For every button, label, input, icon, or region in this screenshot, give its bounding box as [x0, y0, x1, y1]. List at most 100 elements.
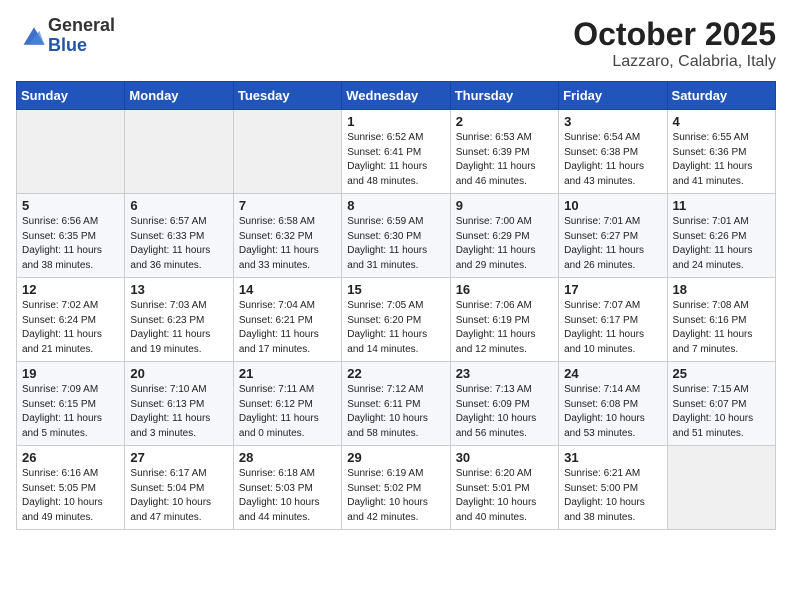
day-number: 23	[456, 366, 553, 381]
day-number: 1	[347, 114, 444, 129]
calendar-cell: 11 Sunrise: 7:01 AM Sunset: 6:26 PM Dayli…	[667, 194, 775, 278]
day-number: 13	[130, 282, 227, 297]
calendar-cell: 18 Sunrise: 7:08 AM Sunset: 6:16 PM Dayli…	[667, 278, 775, 362]
page-header: General Blue October 2025 Lazzaro, Calab…	[16, 16, 776, 71]
calendar-cell: 17 Sunrise: 7:07 AM Sunset: 6:17 PM Dayli…	[559, 278, 667, 362]
day-number: 6	[130, 198, 227, 213]
calendar-cell	[667, 446, 775, 530]
calendar-cell: 16Sunrise: 7:06 AM Sunset: 6:19 PM Dayli…	[450, 278, 558, 362]
calendar-cell: 8 Sunrise: 6:59 AM Sunset: 6:30 PM Daylig…	[342, 194, 450, 278]
calendar-cell: 28 Sunrise: 6:18 AM Sunset: 5:03 PM Dayli…	[233, 446, 341, 530]
day-number: 3	[564, 114, 661, 129]
day-info: Sunrise: 7:03 AM Sunset: 6:23 PM Dayligh…	[130, 299, 227, 357]
day-info: Sunrise: 7:01 AM Sunset: 6:26 PM Dayligh…	[673, 215, 770, 273]
day-number: 5	[22, 198, 119, 213]
weekday-header-tuesday: Tuesday	[233, 82, 341, 110]
day-info: Sunrise: 6:57 AM Sunset: 6:33 PM Dayligh…	[130, 215, 227, 273]
calendar-body: 1 Sunrise: 6:52 AM Sunset: 6:41 PM Daylig…	[17, 110, 776, 530]
calendar-week-5: 26Sunrise: 6:16 AM Sunset: 5:05 PM Dayli…	[17, 446, 776, 530]
day-info: Sunrise: 6:20 AM Sunset: 5:01 PM Dayligh…	[456, 467, 553, 525]
day-info: Sunrise: 6:52 AM Sunset: 6:41 PM Dayligh…	[347, 131, 444, 189]
calendar-cell: 5 Sunrise: 6:56 AM Sunset: 6:35 PM Daylig…	[17, 194, 125, 278]
calendar-week-3: 12 Sunrise: 7:02 AM Sunset: 6:24 PM Dayli…	[17, 278, 776, 362]
day-number: 7	[239, 198, 336, 213]
logo-icon	[20, 22, 48, 50]
calendar-cell: 23 Sunrise: 7:13 AM Sunset: 6:09 PM Dayli…	[450, 362, 558, 446]
weekday-header-sunday: Sunday	[17, 82, 125, 110]
day-number: 18	[673, 282, 770, 297]
day-info: Sunrise: 6:18 AM Sunset: 5:03 PM Dayligh…	[239, 467, 336, 525]
calendar-cell: 15 Sunrise: 7:05 AM Sunset: 6:20 PM Dayli…	[342, 278, 450, 362]
calendar-cell: 3Sunrise: 6:54 AM Sunset: 6:38 PM Daylig…	[559, 110, 667, 194]
calendar-cell: 29 Sunrise: 6:19 AM Sunset: 5:02 PM Dayli…	[342, 446, 450, 530]
weekday-header-monday: Monday	[125, 82, 233, 110]
calendar-cell: 14 Sunrise: 7:04 AM Sunset: 6:21 PM Dayli…	[233, 278, 341, 362]
calendar-cell: 2 Sunrise: 6:53 AM Sunset: 6:39 PM Daylig…	[450, 110, 558, 194]
day-number: 28	[239, 450, 336, 465]
day-number: 29	[347, 450, 444, 465]
weekday-header-thursday: Thursday	[450, 82, 558, 110]
day-info: Sunrise: 7:08 AM Sunset: 6:16 PM Dayligh…	[673, 299, 770, 357]
day-number: 8	[347, 198, 444, 213]
month-title: October 2025	[573, 16, 776, 53]
logo-text: General Blue	[48, 16, 115, 56]
weekday-header-saturday: Saturday	[667, 82, 775, 110]
day-number: 27	[130, 450, 227, 465]
calendar-cell: 20 Sunrise: 7:10 AM Sunset: 6:13 PM Dayli…	[125, 362, 233, 446]
day-info: Sunrise: 7:15 AM Sunset: 6:07 PM Dayligh…	[673, 383, 770, 441]
calendar-cell: 22Sunrise: 7:12 AM Sunset: 6:11 PM Dayli…	[342, 362, 450, 446]
calendar-cell: 4 Sunrise: 6:55 AM Sunset: 6:36 PM Daylig…	[667, 110, 775, 194]
calendar-cell: 21Sunrise: 7:11 AM Sunset: 6:12 PM Dayli…	[233, 362, 341, 446]
calendar-cell: 27Sunrise: 6:17 AM Sunset: 5:04 PM Dayli…	[125, 446, 233, 530]
day-info: Sunrise: 7:01 AM Sunset: 6:27 PM Dayligh…	[564, 215, 661, 273]
logo-blue: Blue	[48, 36, 115, 56]
day-number: 24	[564, 366, 661, 381]
day-info: Sunrise: 7:06 AM Sunset: 6:19 PM Dayligh…	[456, 299, 553, 357]
title-area: October 2025 Lazzaro, Calabria, Italy	[573, 16, 776, 71]
day-info: Sunrise: 7:02 AM Sunset: 6:24 PM Dayligh…	[22, 299, 119, 357]
day-number: 15	[347, 282, 444, 297]
day-info: Sunrise: 6:58 AM Sunset: 6:32 PM Dayligh…	[239, 215, 336, 273]
calendar-cell	[125, 110, 233, 194]
day-number: 21	[239, 366, 336, 381]
day-number: 31	[564, 450, 661, 465]
calendar-week-2: 5 Sunrise: 6:56 AM Sunset: 6:35 PM Daylig…	[17, 194, 776, 278]
calendar-cell: 19Sunrise: 7:09 AM Sunset: 6:15 PM Dayli…	[17, 362, 125, 446]
day-info: Sunrise: 7:05 AM Sunset: 6:20 PM Dayligh…	[347, 299, 444, 357]
day-number: 2	[456, 114, 553, 129]
day-info: Sunrise: 6:55 AM Sunset: 6:36 PM Dayligh…	[673, 131, 770, 189]
day-number: 20	[130, 366, 227, 381]
day-info: Sunrise: 6:21 AM Sunset: 5:00 PM Dayligh…	[564, 467, 661, 525]
calendar-cell: 9Sunrise: 7:00 AM Sunset: 6:29 PM Daylig…	[450, 194, 558, 278]
day-info: Sunrise: 7:10 AM Sunset: 6:13 PM Dayligh…	[130, 383, 227, 441]
calendar-cell	[17, 110, 125, 194]
calendar-cell	[233, 110, 341, 194]
day-info: Sunrise: 6:56 AM Sunset: 6:35 PM Dayligh…	[22, 215, 119, 273]
day-number: 10	[564, 198, 661, 213]
calendar-cell: 12 Sunrise: 7:02 AM Sunset: 6:24 PM Dayli…	[17, 278, 125, 362]
calendar-cell: 1 Sunrise: 6:52 AM Sunset: 6:41 PM Daylig…	[342, 110, 450, 194]
day-info: Sunrise: 7:04 AM Sunset: 6:21 PM Dayligh…	[239, 299, 336, 357]
day-number: 26	[22, 450, 119, 465]
day-number: 11	[673, 198, 770, 213]
day-info: Sunrise: 6:59 AM Sunset: 6:30 PM Dayligh…	[347, 215, 444, 273]
logo: General Blue	[16, 16, 115, 56]
location: Lazzaro, Calabria, Italy	[573, 53, 776, 71]
day-number: 12	[22, 282, 119, 297]
calendar-cell: 7 Sunrise: 6:58 AM Sunset: 6:32 PM Daylig…	[233, 194, 341, 278]
day-info: Sunrise: 7:13 AM Sunset: 6:09 PM Dayligh…	[456, 383, 553, 441]
day-number: 14	[239, 282, 336, 297]
calendar-cell: 30Sunrise: 6:20 AM Sunset: 5:01 PM Dayli…	[450, 446, 558, 530]
calendar-cell: 6 Sunrise: 6:57 AM Sunset: 6:33 PM Daylig…	[125, 194, 233, 278]
day-info: Sunrise: 6:53 AM Sunset: 6:39 PM Dayligh…	[456, 131, 553, 189]
day-number: 19	[22, 366, 119, 381]
weekday-row: SundayMondayTuesdayWednesdayThursdayFrid…	[17, 82, 776, 110]
day-number: 4	[673, 114, 770, 129]
day-info: Sunrise: 7:07 AM Sunset: 6:17 PM Dayligh…	[564, 299, 661, 357]
calendar-week-4: 19Sunrise: 7:09 AM Sunset: 6:15 PM Dayli…	[17, 362, 776, 446]
calendar-cell: 24Sunrise: 7:14 AM Sunset: 6:08 PM Dayli…	[559, 362, 667, 446]
day-info: Sunrise: 6:19 AM Sunset: 5:02 PM Dayligh…	[347, 467, 444, 525]
calendar-cell: 10 Sunrise: 7:01 AM Sunset: 6:27 PM Dayli…	[559, 194, 667, 278]
day-number: 17	[564, 282, 661, 297]
calendar-cell: 13 Sunrise: 7:03 AM Sunset: 6:23 PM Dayli…	[125, 278, 233, 362]
